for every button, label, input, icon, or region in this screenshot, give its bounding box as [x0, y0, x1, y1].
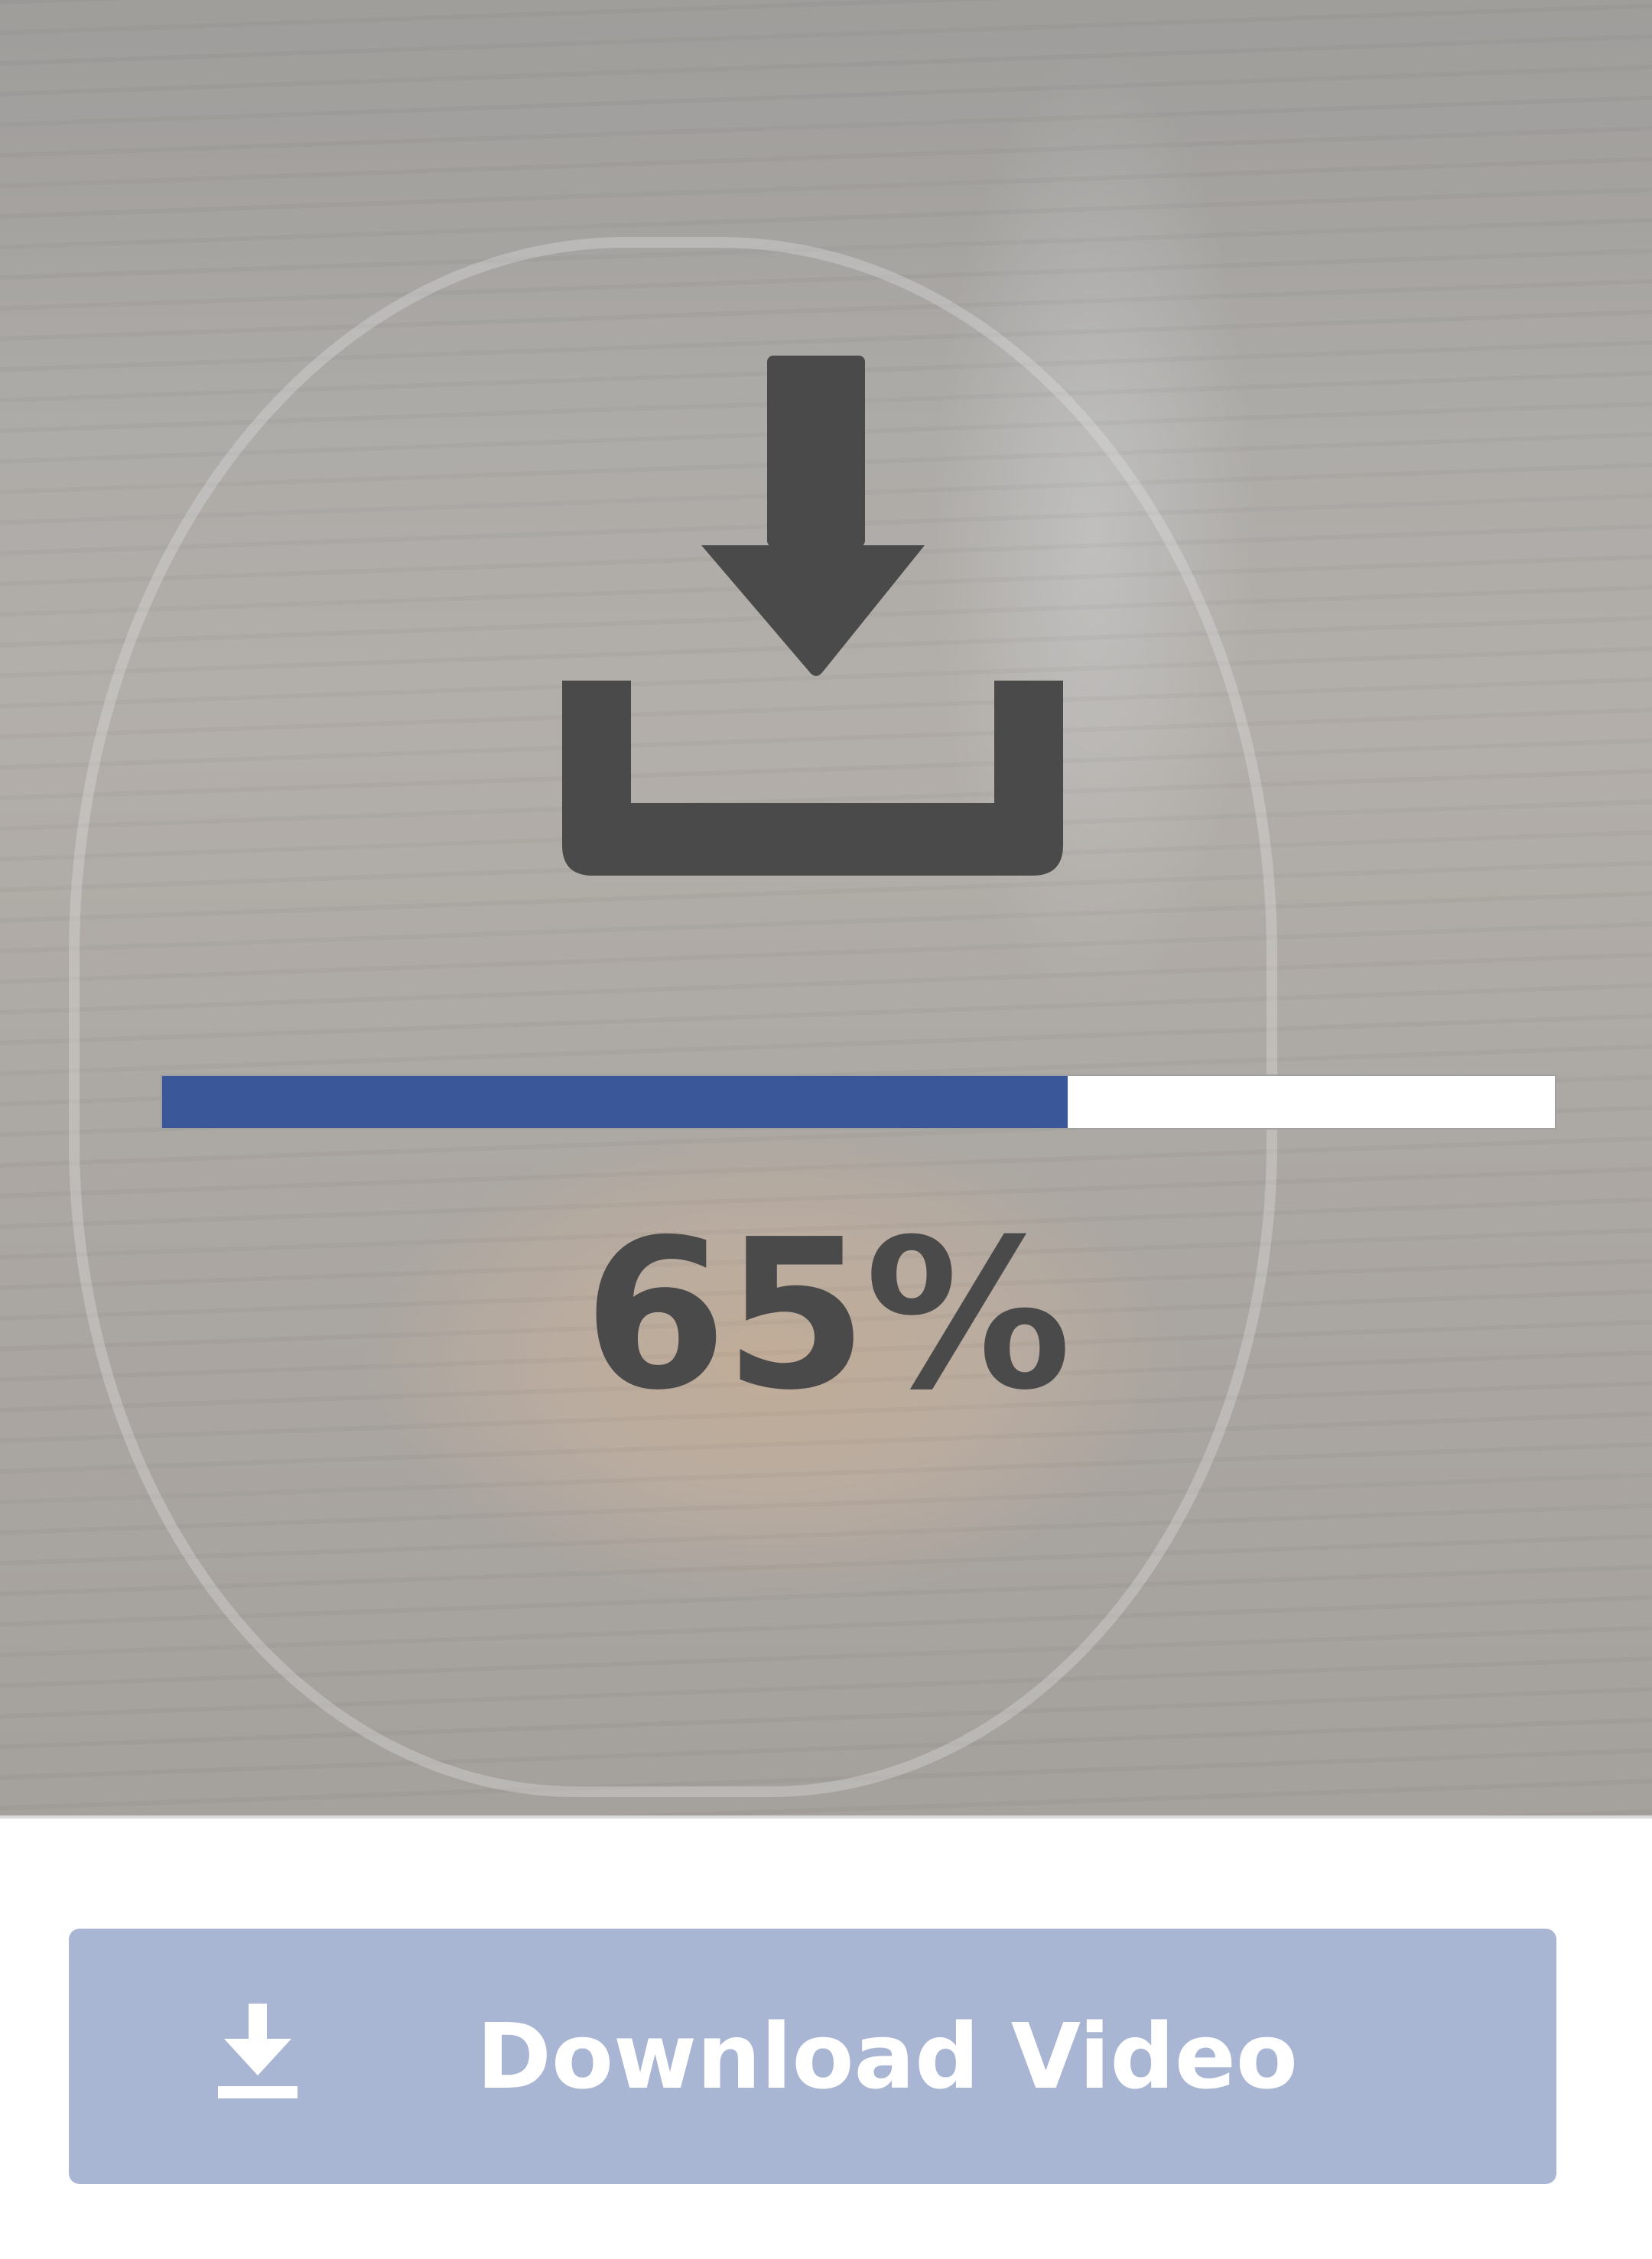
preview-overlay — [0, 0, 1652, 1815]
download-progress-fill — [162, 1076, 1068, 1128]
download-tray-icon — [562, 356, 1063, 876]
download-video-label: Download Video — [476, 2004, 1298, 2109]
video-preview: 65% — [0, 0, 1652, 1819]
download-video-button[interactable]: Download Video — [69, 1929, 1556, 2184]
download-progress-bar — [161, 1074, 1556, 1130]
download-icon — [218, 2004, 298, 2098]
download-percent: 65% — [583, 1195, 1072, 1435]
download-screen: 65% Download Video — [0, 0, 1652, 2259]
